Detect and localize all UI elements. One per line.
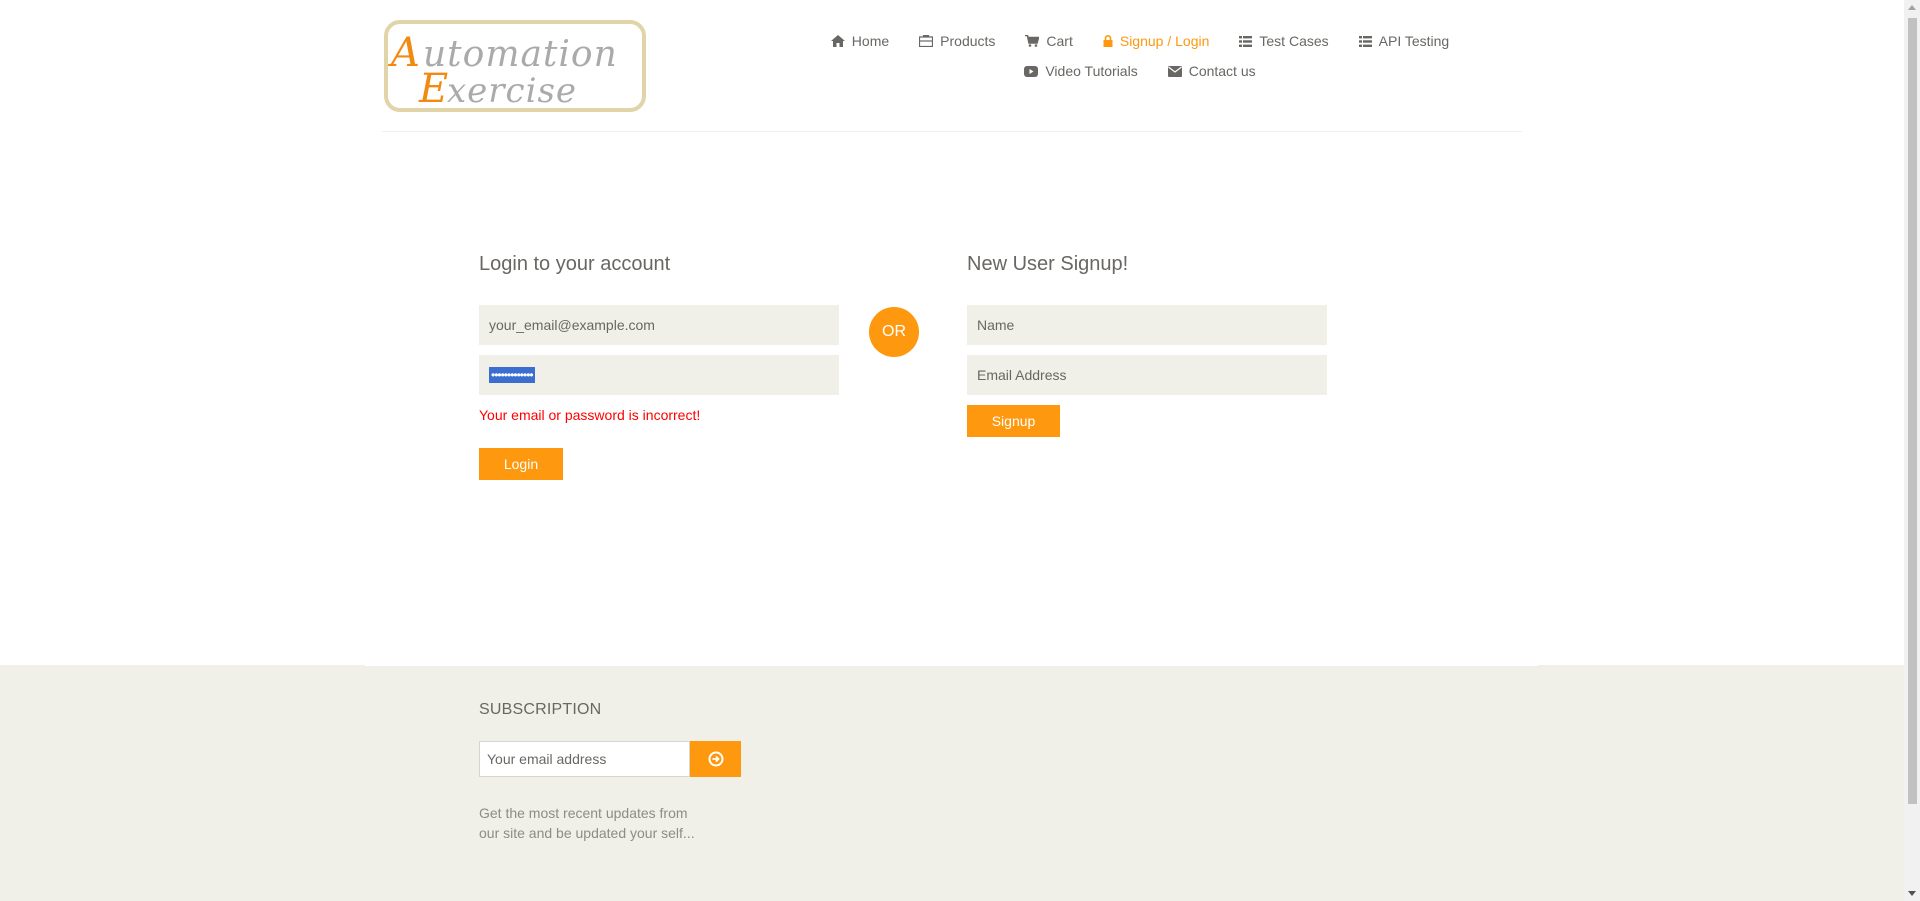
signup-email-input[interactable] xyxy=(967,355,1327,395)
svg-text:E: E xyxy=(418,66,448,112)
password-selection-highlight: ••••••••••••• xyxy=(489,367,535,383)
lock-icon xyxy=(1103,35,1113,47)
scroll-thumb[interactable] xyxy=(1908,18,1917,804)
nav-signup-login-label: Signup / Login xyxy=(1119,33,1210,49)
main-nav: Home Products Cart Signup / Login Test C… xyxy=(790,26,1490,86)
home-icon xyxy=(830,35,845,47)
scroll-up-arrow[interactable] xyxy=(1908,5,1916,10)
svg-text:A: A xyxy=(387,30,420,76)
footer-divider xyxy=(365,665,1538,666)
logo-graphic: A utomation E xercise xyxy=(384,20,646,112)
youtube-play-icon xyxy=(1024,65,1039,77)
svg-text:utomation: utomation xyxy=(423,34,618,75)
subscription-description: Get the most recent updates from our sit… xyxy=(479,805,695,841)
nav-test-cases[interactable]: Test Cases xyxy=(1239,33,1329,49)
nav-contact-us-label: Contact us xyxy=(1188,63,1256,79)
nav-products[interactable]: Products xyxy=(919,33,995,49)
nav-video-tutorials-label: Video Tutorials xyxy=(1045,63,1138,79)
scroll-down-arrow[interactable] xyxy=(1908,891,1916,896)
login-error-message: Your email or password is incorrect! xyxy=(479,407,701,423)
signup-title: New User Signup! xyxy=(967,253,1129,275)
briefcase-icon xyxy=(919,35,934,47)
nav-video-tutorials[interactable]: Video Tutorials xyxy=(1024,63,1138,79)
envelope-icon xyxy=(1167,65,1182,77)
site-header: A utomation E xercise Home Products Cart… xyxy=(382,0,1522,132)
nav-test-cases-label: Test Cases xyxy=(1259,33,1329,49)
arrow-circle-right-icon xyxy=(708,751,723,767)
subscription-title: SUBSCRIPTION xyxy=(479,701,602,718)
nav-api-testing[interactable]: API Testing xyxy=(1358,33,1450,49)
login-email-input[interactable] xyxy=(479,305,839,345)
login-title: Login to your account xyxy=(479,253,671,275)
nav-api-testing-label: API Testing xyxy=(1378,33,1450,49)
nav-contact-us[interactable]: Contact us xyxy=(1167,63,1256,79)
subscribe-button[interactable] xyxy=(690,741,741,777)
nav-cart-label: Cart xyxy=(1046,33,1073,49)
or-divider: OR xyxy=(869,307,919,357)
nav-products-label: Products xyxy=(940,33,996,49)
site-footer: SUBSCRIPTION Get the most recent updates… xyxy=(0,665,1904,901)
svg-text:xercise: xercise xyxy=(447,71,577,111)
subscription-email-input[interactable] xyxy=(479,741,690,777)
site-logo[interactable]: A utomation E xercise xyxy=(383,20,647,112)
page-scrollbar[interactable] xyxy=(1904,0,1920,901)
nav-home-label: Home xyxy=(851,33,890,49)
list-icon xyxy=(1358,35,1372,47)
login-button[interactable]: Login xyxy=(479,448,563,480)
signup-button[interactable]: Signup xyxy=(967,405,1060,437)
signup-name-input[interactable] xyxy=(967,305,1327,345)
list-icon xyxy=(1239,35,1253,47)
nav-cart[interactable]: Cart xyxy=(1025,33,1073,49)
cart-icon xyxy=(1025,35,1040,47)
nav-home[interactable]: Home xyxy=(830,33,890,49)
nav-signup-login[interactable]: Signup / Login xyxy=(1103,33,1210,49)
